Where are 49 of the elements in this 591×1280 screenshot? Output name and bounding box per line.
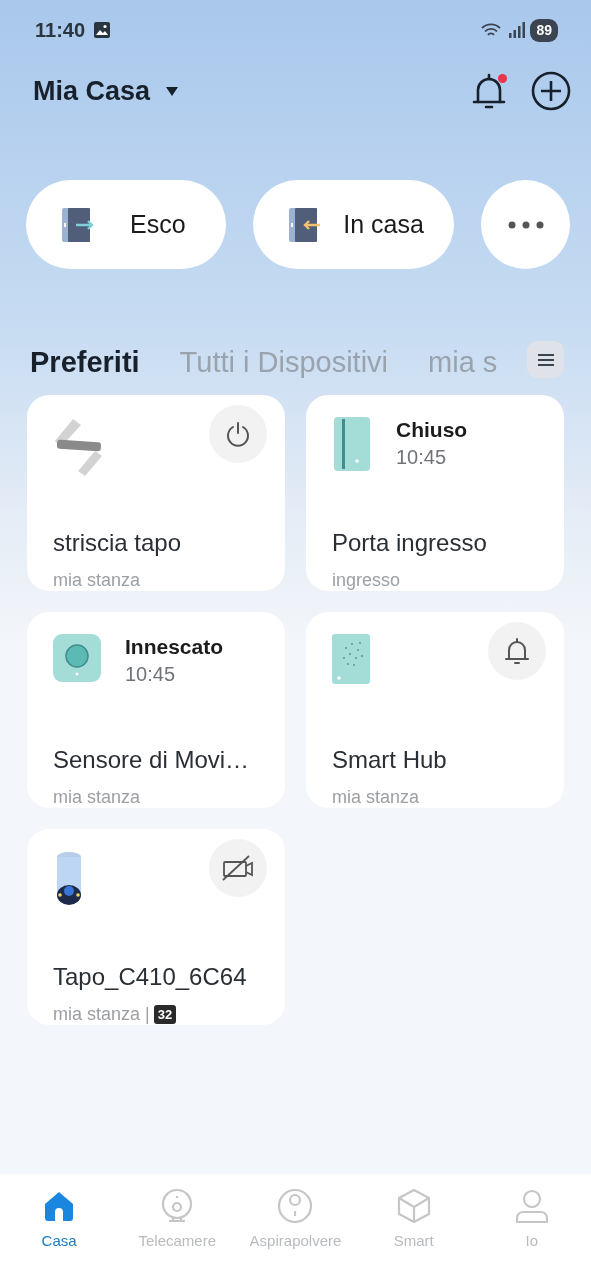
- nav-tab[interactable]: Casa: [0, 1188, 119, 1280]
- device-card[interactable]: Innescato 10:45 Sensore di Movi… mia stanza: [27, 612, 285, 808]
- camera-off-icon: [221, 854, 255, 882]
- cube-icon: [395, 1188, 432, 1224]
- image-icon: [93, 21, 112, 39]
- device-name: Sensore di Movi…: [53, 745, 251, 775]
- device-card[interactable]: Tapo_C410_6C64 mia stanza | 32: [27, 829, 285, 1025]
- signal-icon: [508, 21, 527, 39]
- tab[interactable]: Preferiti: [30, 341, 140, 385]
- add-icon: [531, 71, 571, 111]
- scene-button[interactable]: In casa: [253, 180, 455, 269]
- bell-icon: [471, 72, 507, 110]
- clock-time: 11:40: [35, 18, 86, 43]
- more-icon: [507, 220, 544, 229]
- room-name: mia stanza |: [53, 1003, 150, 1026]
- device-card[interactable]: striscia tapo mia stanza: [27, 395, 285, 591]
- robot-vacuum-icon: [277, 1188, 314, 1224]
- device-name: striscia tapo: [53, 528, 183, 558]
- enter-door-icon: [289, 207, 322, 242]
- hub-icon: [332, 634, 370, 684]
- device-status: Innescato: [125, 634, 224, 660]
- device-status: Chiuso: [396, 417, 468, 443]
- device-name: Smart Hub: [332, 745, 448, 775]
- room-name: mia stanza: [53, 786, 141, 809]
- add-button[interactable]: [531, 71, 571, 111]
- home-name: Mia Casa: [33, 74, 151, 108]
- device-card[interactable]: Chiuso 10:45 Porta ingresso ingresso: [306, 395, 564, 591]
- device-card[interactable]: Smart Hub mia stanza: [306, 612, 564, 808]
- home-selector[interactable]: Mia Casa: [33, 70, 179, 112]
- door-sensor-icon: [332, 417, 372, 471]
- battery-level: 89: [530, 18, 558, 42]
- scene-button[interactable]: Esco: [26, 180, 227, 269]
- bell-icon: [504, 637, 530, 665]
- room-name: mia stanza: [332, 786, 420, 809]
- person-icon: [513, 1188, 550, 1224]
- room-name: mia stanza: [53, 569, 141, 592]
- menu-icon: [536, 352, 555, 367]
- room-name: ingresso: [332, 569, 401, 592]
- status-time: 10:45: [125, 662, 177, 688]
- motion-sensor-icon: [53, 634, 101, 682]
- caret-icon: [166, 86, 179, 96]
- status-time: 10:45: [396, 445, 448, 471]
- power-icon: [225, 421, 251, 447]
- device-name: Tapo_C410_6C64: [53, 962, 248, 992]
- device-name: Porta ingresso: [332, 528, 488, 558]
- exit-door-icon: [62, 207, 94, 242]
- menu-button[interactable]: [527, 341, 564, 378]
- notification-button[interactable]: [471, 72, 507, 110]
- storage-badge: 32: [153, 1004, 177, 1025]
